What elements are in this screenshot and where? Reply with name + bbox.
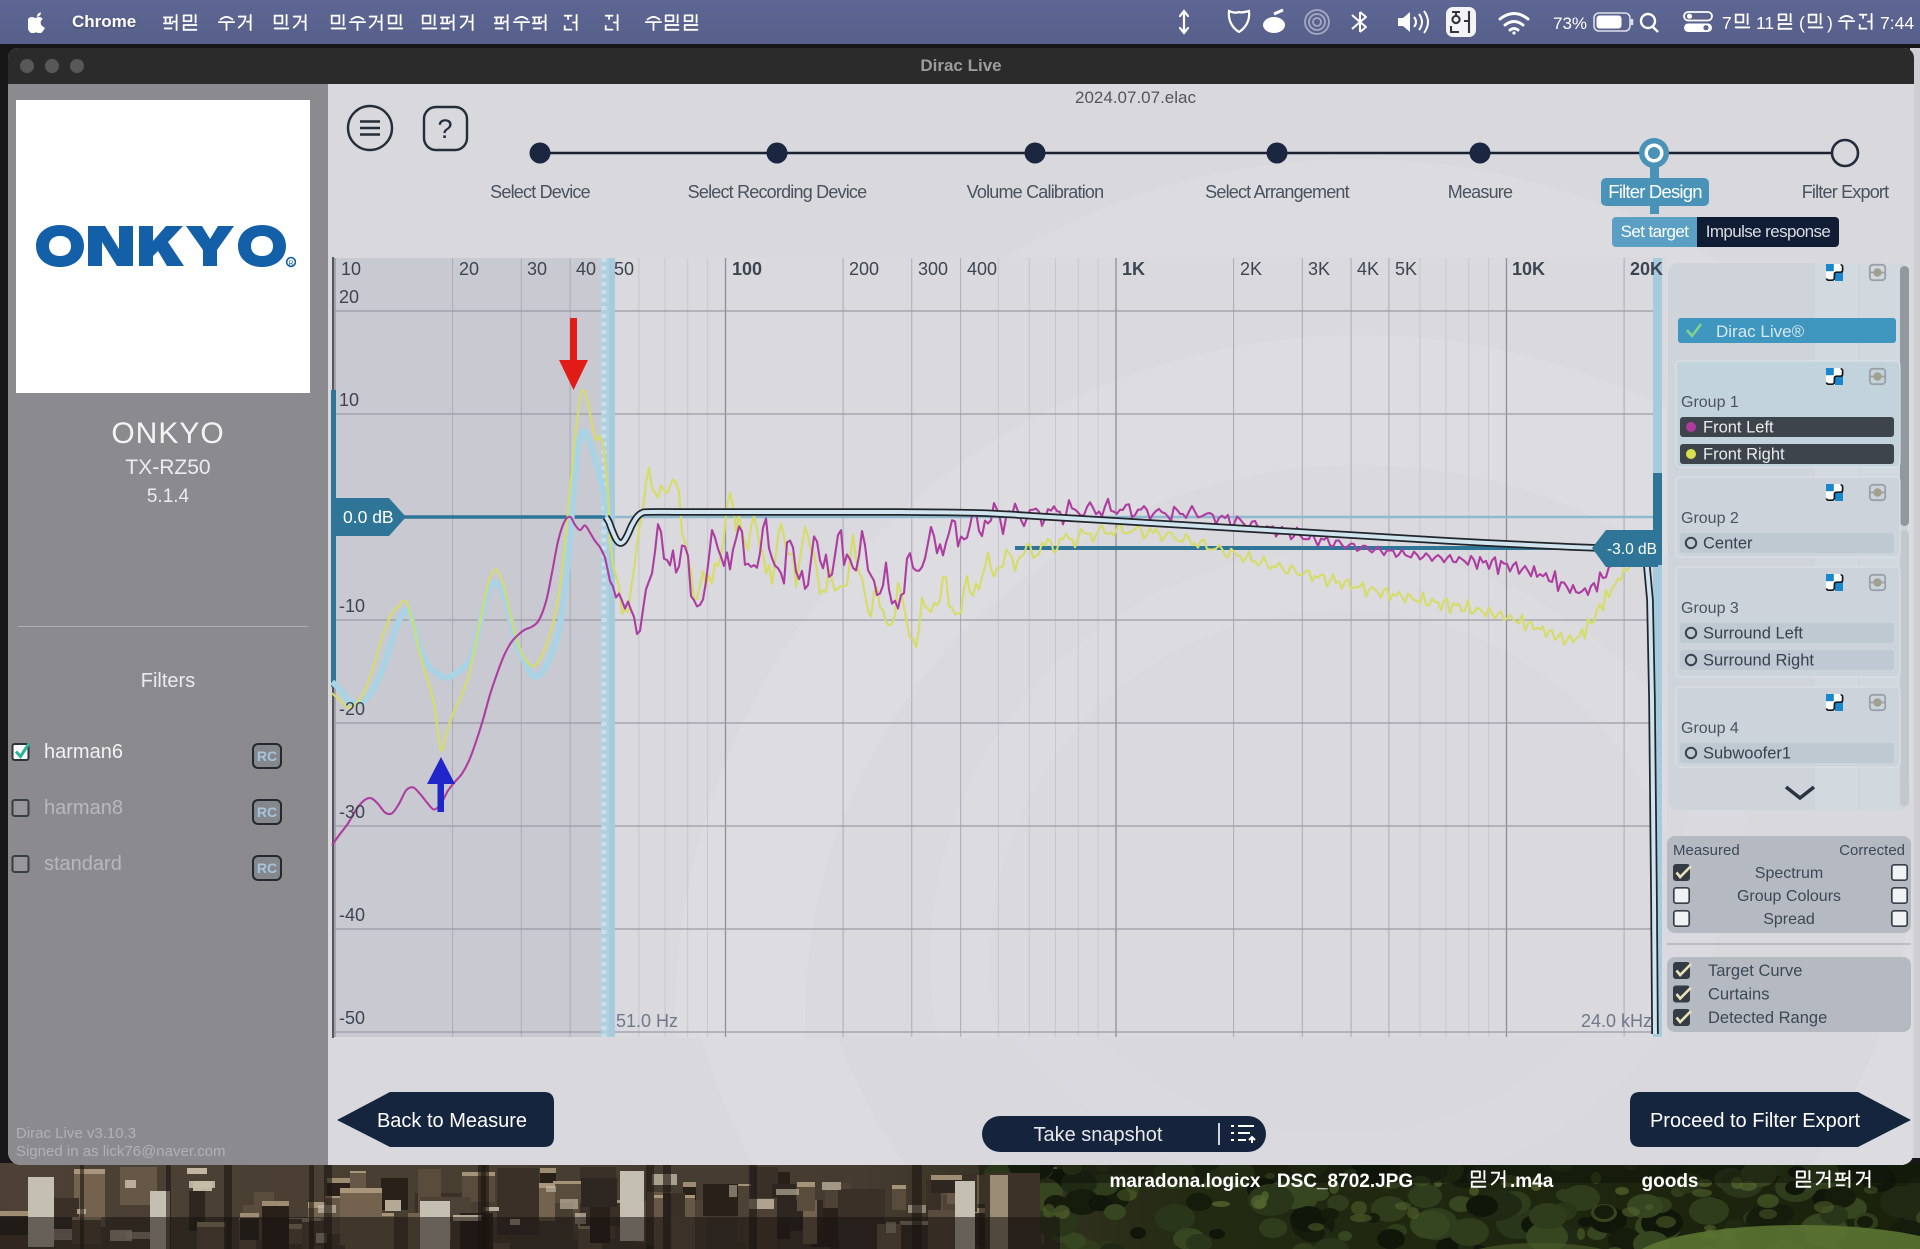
svg-text:3K: 3K xyxy=(1308,259,1330,279)
svg-text:Group Colours: Group Colours xyxy=(1737,888,1841,905)
svg-text:100: 100 xyxy=(732,259,762,279)
svg-text:20: 20 xyxy=(339,287,359,307)
svg-text:30: 30 xyxy=(527,259,547,279)
svg-text:Curtains: Curtains xyxy=(1708,986,1769,1004)
svg-text:Front Left: Front Left xyxy=(1703,419,1774,437)
svg-text:4K: 4K xyxy=(1357,259,1379,279)
svg-text:Back to Measure: Back to Measure xyxy=(377,1110,527,1132)
svg-text:-20: -20 xyxy=(339,699,365,719)
svg-text:-40: -40 xyxy=(339,905,365,925)
svg-text:Corrected: Corrected xyxy=(1839,842,1905,859)
svg-text:Measured: Measured xyxy=(1673,842,1740,859)
svg-text:Take snapshot: Take snapshot xyxy=(1034,1124,1163,1146)
svg-text:Subwoofer1: Subwoofer1 xyxy=(1703,745,1791,763)
svg-text:20K: 20K xyxy=(1630,259,1663,279)
svg-text:Target Curve: Target Curve xyxy=(1708,962,1802,980)
svg-text:.m4a: .m4a xyxy=(1510,1171,1554,1192)
svg-text:5K: 5K xyxy=(1395,259,1417,279)
svg-text:goods: goods xyxy=(1642,1171,1699,1192)
svg-text:Surround Right: Surround Right xyxy=(1703,652,1814,670)
svg-text:Center: Center xyxy=(1703,535,1753,553)
svg-text:-50: -50 xyxy=(339,1008,365,1028)
svg-text:73%: 73% xyxy=(1553,14,1587,33)
svg-text:Spectrum: Spectrum xyxy=(1755,865,1823,882)
svg-text:Detected Range: Detected Range xyxy=(1708,1009,1827,1027)
svg-text:300: 300 xyxy=(918,259,948,279)
svg-text:10K: 10K xyxy=(1512,259,1545,279)
svg-text:Proceed to Filter Export: Proceed to Filter Export xyxy=(1650,1110,1861,1132)
svg-text:51.0 Hz: 51.0 Hz xyxy=(616,1011,678,1031)
svg-text:11: 11 xyxy=(1756,13,1774,33)
svg-text:Spread: Spread xyxy=(1763,911,1815,928)
svg-text:200: 200 xyxy=(849,259,879,279)
svg-text:Group 2: Group 2 xyxy=(1681,510,1739,527)
svg-text:-10: -10 xyxy=(339,596,365,616)
svg-text:10: 10 xyxy=(341,259,361,279)
svg-text:50: 50 xyxy=(614,259,634,279)
svg-text:): ) xyxy=(1827,13,1833,33)
svg-text:Dirac Live®: Dirac Live® xyxy=(1716,322,1805,341)
svg-text:R: R xyxy=(288,261,293,268)
svg-text:(: ( xyxy=(1799,13,1805,33)
svg-text:Group 4: Group 4 xyxy=(1681,720,1739,737)
svg-text:maradona.logicx: maradona.logicx xyxy=(1110,1171,1261,1192)
svg-text:Group 3: Group 3 xyxy=(1681,600,1739,617)
svg-text:1K: 1K xyxy=(1122,259,1145,279)
svg-text:-30: -30 xyxy=(339,802,365,822)
svg-text:24.0 kHz: 24.0 kHz xyxy=(1581,1011,1652,1031)
svg-text:400: 400 xyxy=(967,259,997,279)
svg-text:10: 10 xyxy=(339,390,359,410)
svg-text:Group 1: Group 1 xyxy=(1681,394,1739,411)
svg-text:7: 7 xyxy=(1722,13,1732,33)
svg-text:7:44: 7:44 xyxy=(1880,13,1914,33)
svg-text:-3.0 dB: -3.0 dB xyxy=(1607,541,1657,558)
svg-text:Front Right: Front Right xyxy=(1703,446,1785,464)
svg-text:DSC_8702.JPG: DSC_8702.JPG xyxy=(1277,1171,1413,1192)
svg-text:20: 20 xyxy=(459,259,479,279)
svg-text:Surround Left: Surround Left xyxy=(1703,625,1803,643)
svg-text:40: 40 xyxy=(576,259,596,279)
svg-text:0.0 dB: 0.0 dB xyxy=(343,507,394,527)
svg-text:2K: 2K xyxy=(1240,259,1262,279)
